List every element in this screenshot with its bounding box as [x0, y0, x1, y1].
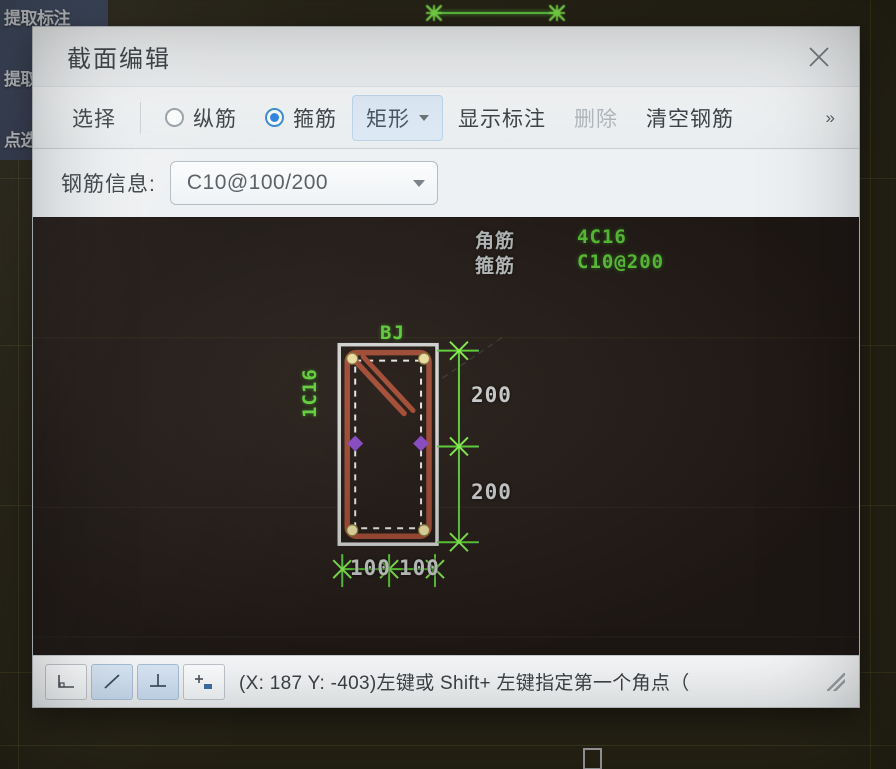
legend-value-0: 4C16	[577, 226, 627, 248]
section-drawing-svg	[33, 337, 859, 638]
dialog-title: 截面编辑	[67, 46, 171, 73]
rebar-info-combobox[interactable]: C10@100/200	[169, 161, 438, 205]
corner-rebar	[346, 524, 359, 537]
grid-line	[0, 745, 896, 746]
radio-stirrup[interactable]: 箍筋	[252, 96, 350, 140]
cad-node-marker	[426, 5, 442, 21]
cad-dimension-line	[434, 12, 558, 14]
toolbar-shape-dropdown[interactable]: 矩形	[352, 94, 443, 141]
snap-perpendicular-button[interactable]	[137, 663, 179, 700]
dim-vertical-1: 200	[471, 480, 512, 504]
section-drawing-canvas[interactable]: 角筋 4C16 箍筋 C10@200 BJ 1C16 200 200 100 1…	[33, 217, 859, 655]
rebar-info-value: C10@100/200	[186, 171, 329, 194]
taskbar-window-icon[interactable]	[583, 748, 602, 769]
close-button[interactable]	[797, 37, 841, 77]
close-icon	[809, 46, 829, 67]
toolbar-clear-rebar-button[interactable]: 清空钢筋	[633, 96, 747, 140]
corner-rebar	[417, 524, 431, 537]
cad-node-marker	[549, 5, 565, 21]
toolbar-shape-label: 矩形	[366, 107, 410, 131]
dim-horizontal-0: 100	[350, 556, 391, 580]
snap-perpendicular-icon	[150, 673, 166, 687]
grid-line	[870, 0, 871, 769]
editor-toolbar: 选择 纵筋 箍筋 矩形 显示标注 删除 清空钢筋 »	[33, 87, 859, 149]
toolbar-select-button[interactable]: 选择	[59, 96, 129, 140]
corner-rebar	[417, 352, 431, 365]
snap-endpoint-icon	[58, 674, 74, 688]
snap-midpoint-icon	[195, 674, 212, 689]
radio-off-icon	[165, 108, 184, 127]
legend-name-1: 箍筋	[475, 255, 516, 277]
section-top-label: BJ	[380, 322, 405, 344]
photographed-screen: 提取标注 提取 点选 截面编辑 选择 纵筋 箍筋 矩形 显示标注 删除 清空钢筋…	[0, 0, 896, 769]
rebar-info-row: 钢筋信息: C10@100/200	[33, 149, 859, 217]
toolbar-delete-label: 删除	[574, 107, 618, 131]
chevron-down-icon	[419, 114, 429, 121]
section-side-label: 1C16	[299, 368, 321, 418]
corner-rebar	[346, 352, 359, 365]
snap-line-icon	[104, 673, 120, 689]
radio-on-icon	[265, 108, 284, 127]
toolbar-delete-button: 删除	[561, 96, 631, 140]
status-message: (X: 187 Y: -403)左键或 Shift+ 左键指定第一个角点（	[239, 673, 690, 694]
legend-name-0: 角筋	[475, 230, 516, 252]
radio-longitudinal-label: 纵筋	[193, 107, 237, 131]
radio-stirrup-label: 箍筋	[293, 107, 337, 131]
resize-grip-icon[interactable]	[827, 672, 845, 691]
legend-value-1: C10@200	[577, 251, 665, 273]
toolbar-show-annotation-button[interactable]: 显示标注	[445, 96, 559, 140]
snap-endpoint-button[interactable]	[45, 663, 87, 700]
dim-horizontal-1: 100	[399, 556, 440, 580]
toolbar-show-annotation-label: 显示标注	[458, 107, 546, 131]
dialog-statusbar: (X: 187 Y: -403)左键或 Shift+ 左键指定第一个角点（	[33, 655, 859, 707]
toolbar-separator	[140, 101, 141, 134]
toolbar-overflow-button[interactable]: »	[814, 100, 845, 136]
dim-vertical-0: 200	[471, 383, 512, 407]
canvas-grid	[33, 337, 859, 638]
rebar-info-label: 钢筋信息:	[61, 173, 156, 196]
snap-line-button[interactable]	[91, 663, 133, 700]
snap-midpoint-button[interactable]	[183, 663, 225, 700]
toolbar-clear-rebar-label: 清空钢筋	[646, 107, 734, 131]
dialog-titlebar: 截面编辑	[33, 27, 859, 87]
radio-longitudinal-rebar[interactable]: 纵筋	[152, 96, 250, 140]
section-editor-dialog: 截面编辑 选择 纵筋 箍筋 矩形 显示标注 删除 清空钢筋 » 钢筋信息: C1…	[32, 26, 860, 708]
toolbar-select-label: 选择	[72, 107, 116, 131]
chevron-down-icon	[412, 179, 425, 187]
